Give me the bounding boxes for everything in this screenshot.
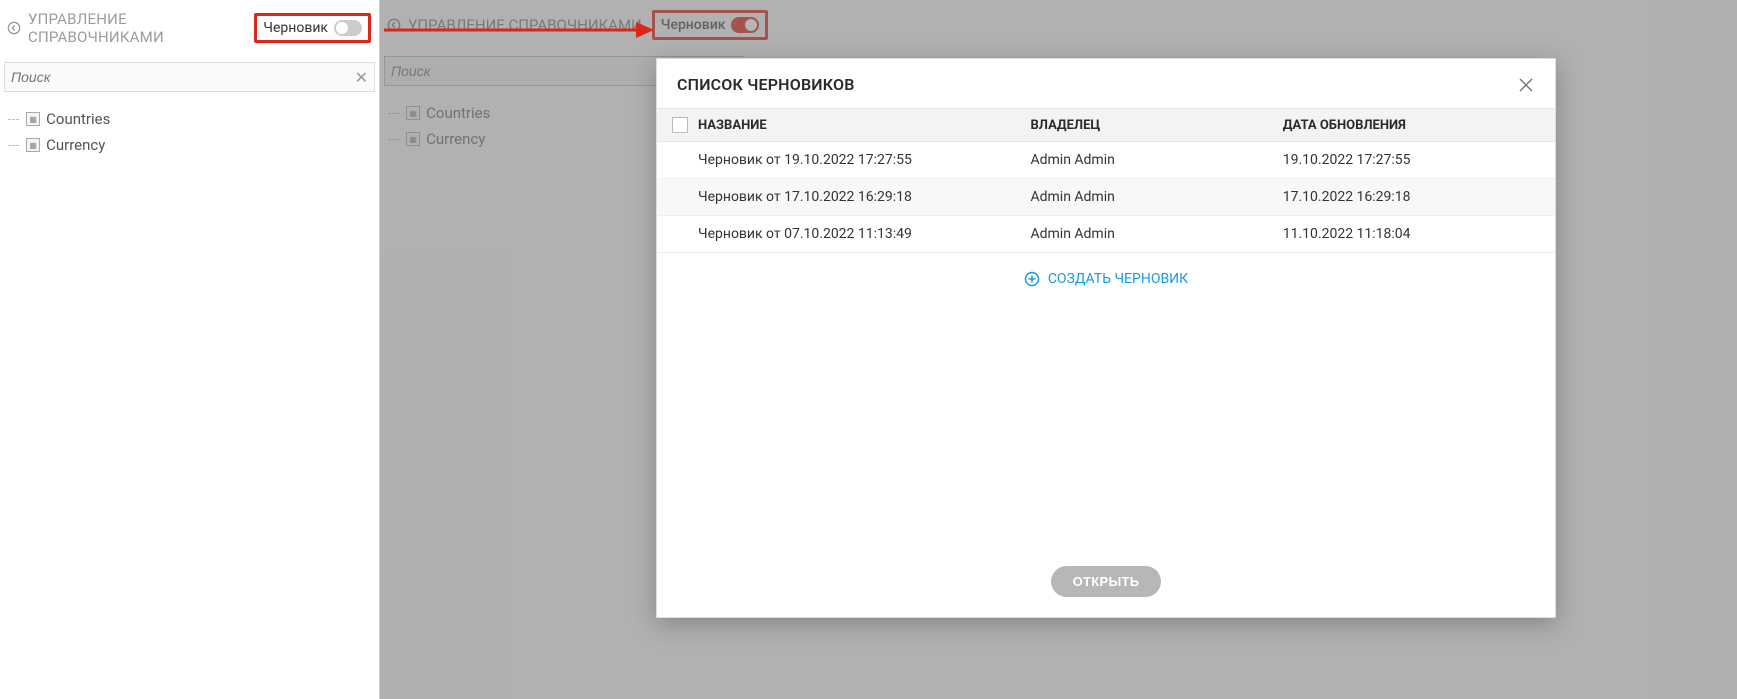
select-all-checkbox[interactable]	[672, 117, 688, 133]
plus-circle-icon	[1024, 271, 1040, 287]
tree: --- ▦ Countries --- ▦ Currency	[0, 102, 379, 162]
cell-name: Черновик от 19.10.2022 17:27:55	[694, 152, 1030, 168]
cell-date: 17.10.2022 16:29:18	[1283, 189, 1535, 205]
tree-item-label: Currency	[46, 136, 105, 154]
drafts-modal: СПИСОК ЧЕРНОВИКОВ НАЗВАНИЕ ВЛАДЕЛЕЦ ДАТА…	[656, 58, 1556, 618]
table-row[interactable]: Черновик от 07.10.2022 11:13:49 Admin Ad…	[657, 216, 1555, 253]
modal-title: СПИСОК ЧЕРНОВИКОВ	[677, 75, 855, 94]
search-wrap: ✕	[4, 62, 375, 92]
create-draft-label: СОЗДАТЬ ЧЕРНОВИК	[1048, 271, 1188, 287]
open-button[interactable]: ОТКРЫТЬ	[1051, 566, 1162, 597]
draft-toggle-annotation: Черновик	[254, 13, 371, 43]
search-input[interactable]	[11, 69, 355, 85]
create-draft-button[interactable]: СОЗДАТЬ ЧЕРНОВИК	[657, 253, 1555, 295]
left-panel: УПРАВЛЕНИЕ СПРАВОЧНИКАМИ Черновик ✕ --- …	[0, 0, 380, 699]
draft-toggle-off[interactable]	[334, 20, 362, 36]
col-owner-header: ВЛАДЕЛЕЦ	[1030, 118, 1282, 133]
tree-dash-icon: ---	[8, 113, 20, 126]
tree-item-currency[interactable]: --- ▦ Currency	[6, 132, 373, 158]
col-name-header: НАЗВАНИЕ	[694, 118, 1030, 133]
tree-item-countries[interactable]: --- ▦ Countries	[6, 106, 373, 132]
cell-name: Черновик от 17.10.2022 16:29:18	[694, 189, 1030, 205]
col-date-header: ДАТА ОБНОВЛЕНИЯ	[1283, 118, 1535, 133]
cell-name: Черновик от 07.10.2022 11:13:49	[694, 226, 1030, 242]
cell-date: 19.10.2022 17:27:55	[1283, 152, 1535, 168]
tree-item-label: Countries	[46, 110, 110, 128]
table-icon: ▦	[26, 112, 40, 126]
cell-owner: Admin Admin	[1030, 226, 1282, 242]
table-icon: ▦	[26, 138, 40, 152]
cell-owner: Admin Admin	[1030, 152, 1282, 168]
tree-dash-icon: ---	[8, 139, 20, 152]
table-body: Черновик от 19.10.2022 17:27:55 Admin Ad…	[657, 142, 1555, 253]
table-row[interactable]: Черновик от 17.10.2022 16:29:18 Admin Ad…	[657, 179, 1555, 216]
close-icon[interactable]	[1517, 76, 1535, 94]
clear-icon[interactable]: ✕	[355, 68, 368, 87]
cell-owner: Admin Admin	[1030, 189, 1282, 205]
cell-date: 11.10.2022 11:18:04	[1283, 226, 1535, 242]
page-title: УПРАВЛЕНИЕ СПРАВОЧНИКАМИ	[28, 10, 248, 46]
chevron-left-icon[interactable]	[6, 20, 22, 36]
draft-toggle-label: Черновик	[263, 20, 328, 36]
table-row[interactable]: Черновик от 19.10.2022 17:27:55 Admin Ad…	[657, 142, 1555, 179]
table-header: НАЗВАНИЕ ВЛАДЕЛЕЦ ДАТА ОБНОВЛЕНИЯ	[657, 108, 1555, 142]
